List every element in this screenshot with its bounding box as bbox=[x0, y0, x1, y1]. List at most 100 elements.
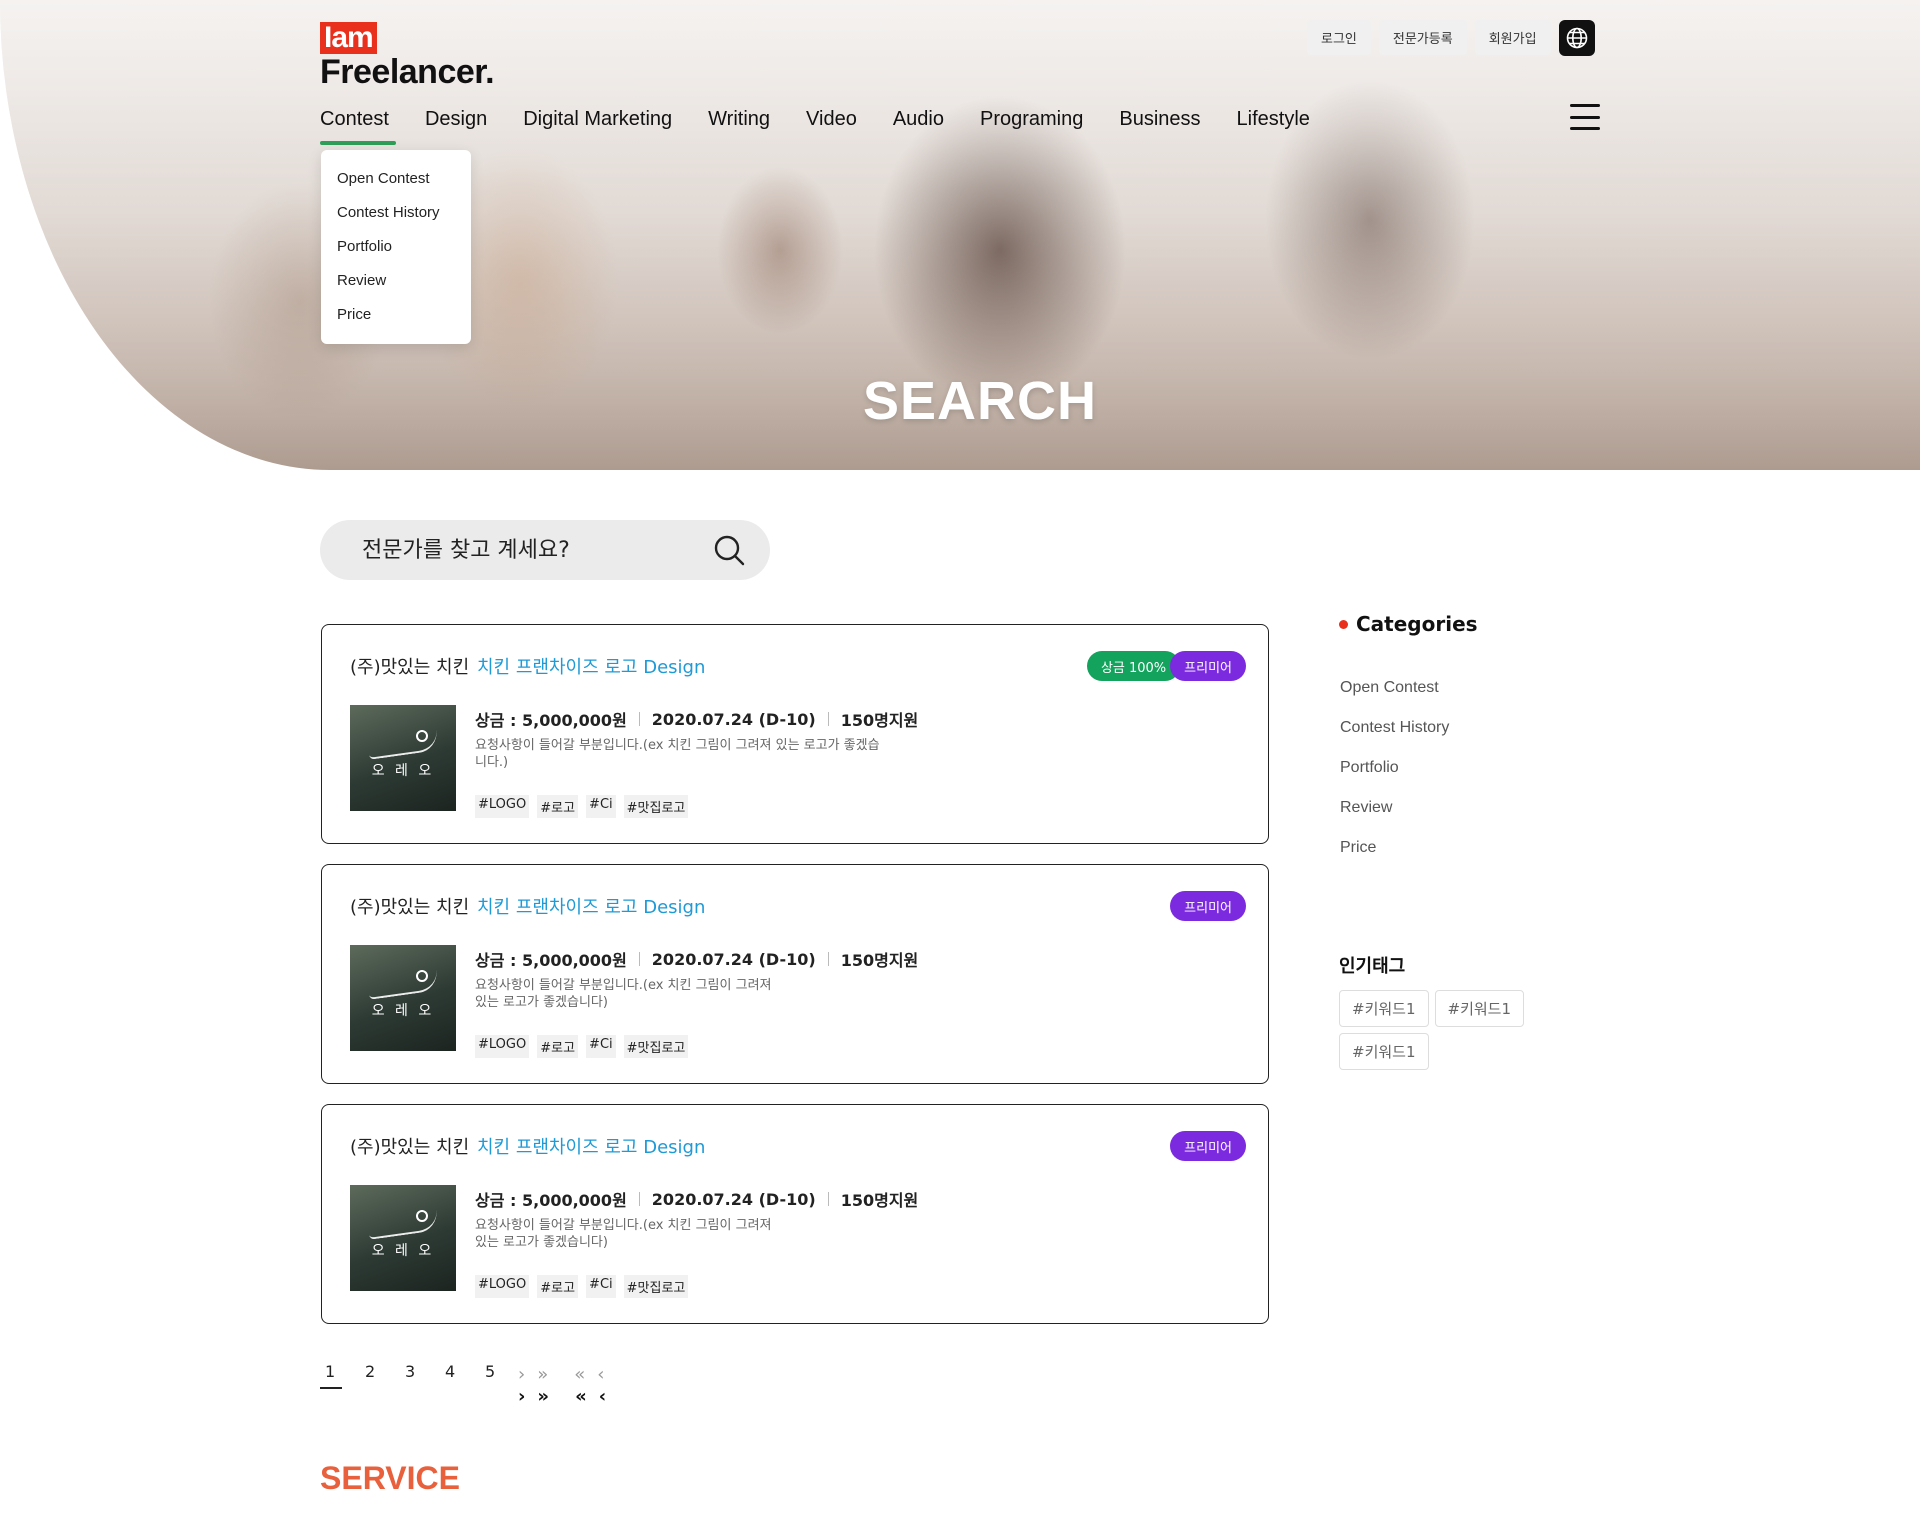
card-tag[interactable]: #맛집로고 bbox=[623, 795, 689, 818]
card-date: 2020.07.24 (D-10) bbox=[651, 1189, 816, 1209]
pagination-arrows: › » « ‹ bbox=[518, 1364, 604, 1385]
menu-icon[interactable] bbox=[1570, 104, 1600, 130]
last-page-icon[interactable]: » bbox=[537, 1386, 549, 1407]
premier-badge: 프리미어 bbox=[1170, 651, 1246, 681]
contest-card[interactable]: (주)맛있는 치킨 치킨 프랜차이즈 로고 Design 프리미어 오 레 오 … bbox=[321, 864, 1269, 1084]
card-applicants: 150명지원 bbox=[840, 1191, 919, 1210]
hero-title: SEARCH bbox=[862, 371, 1098, 431]
nav-audio[interactable]: Audio bbox=[893, 108, 944, 145]
category-portfolio[interactable]: Portfolio bbox=[1340, 748, 1449, 788]
pagination-arrows-hover: › » « ‹ bbox=[518, 1386, 606, 1407]
card-tag[interactable]: #Ci bbox=[586, 1035, 616, 1058]
search-bar bbox=[320, 520, 770, 580]
category-price[interactable]: Price bbox=[1340, 828, 1449, 868]
prev-page-icon[interactable]: ‹ bbox=[599, 1386, 606, 1407]
thumbnail-logo-text: 오 레 오 bbox=[371, 1243, 435, 1259]
category-open-contest[interactable]: Open Contest bbox=[1340, 668, 1449, 708]
globe-icon bbox=[1566, 27, 1587, 49]
prev-page-icon[interactable]: ‹ bbox=[597, 1364, 604, 1385]
first-page-icon[interactable]: « bbox=[574, 1364, 585, 1385]
search-input[interactable] bbox=[362, 537, 712, 563]
dropdown-item-review[interactable]: Review bbox=[337, 264, 455, 298]
dropdown-item-open-contest[interactable]: Open Contest bbox=[337, 162, 455, 196]
nav-programing[interactable]: Programing bbox=[980, 108, 1083, 145]
card-description: 요청사항이 들어갈 부분입니다.(ex 치킨 그림이 그려져 있는 로고가 좋겠… bbox=[475, 1218, 772, 1250]
card-meta: 상금 : 5,000,000원 2020.07.24 (D-10) 150명지원 bbox=[475, 947, 918, 971]
card-description: 요청사항이 들어갈 부분입니다.(ex 치킨 그림이 그려져 있는 로고가 좋겠… bbox=[475, 978, 772, 1010]
card-company: (주)맛있는 치킨 bbox=[350, 897, 470, 918]
page-5[interactable]: 5 bbox=[480, 1362, 520, 1389]
card-tag[interactable]: #LOGO bbox=[475, 1035, 530, 1058]
expert-register-button[interactable]: 전문가등록 bbox=[1378, 20, 1467, 55]
page-4[interactable]: 4 bbox=[440, 1362, 480, 1389]
card-tag[interactable]: #로고 bbox=[537, 1035, 579, 1058]
card-tag[interactable]: #LOGO bbox=[475, 1275, 530, 1298]
card-badges: 프리미어 bbox=[1170, 1131, 1246, 1161]
first-page-icon[interactable]: « bbox=[575, 1386, 587, 1407]
site-logo[interactable]: Iam Freelancer. bbox=[320, 22, 495, 91]
card-tag[interactable]: #로고 bbox=[537, 1275, 579, 1298]
dropdown-item-price[interactable]: Price bbox=[337, 298, 455, 332]
card-title[interactable]: 치킨 프랜차이즈 로고 Design bbox=[477, 1133, 705, 1159]
card-tags: #LOGO #로고 #Ci #맛집로고 bbox=[475, 795, 689, 818]
last-page-icon[interactable]: » bbox=[537, 1364, 548, 1385]
card-prize: 상금 : 5,000,000원 bbox=[475, 951, 627, 970]
contest-card[interactable]: (주)맛있는 치킨 치킨 프랜차이즈 로고 Design 프리미어 오 레 오 … bbox=[321, 1104, 1269, 1324]
card-tag[interactable]: #Ci bbox=[586, 1275, 616, 1298]
card-applicants: 150명지원 bbox=[840, 951, 919, 970]
card-description: 요청사항이 들어갈 부분입니다.(ex 치킨 그림이 그려져 있는 로고가 좋겠… bbox=[475, 738, 880, 770]
premier-badge: 프리미어 bbox=[1170, 891, 1246, 921]
card-thumbnail[interactable]: 오 레 오 bbox=[350, 945, 456, 1051]
logo-mark: Iam bbox=[320, 22, 377, 54]
signup-button[interactable]: 회원가입 bbox=[1474, 20, 1551, 55]
category-contest-history[interactable]: Contest History bbox=[1340, 708, 1449, 748]
logo-wordmark: Freelancer. bbox=[320, 53, 495, 91]
card-tag[interactable]: #Ci bbox=[586, 795, 616, 818]
card-tag[interactable]: #맛집로고 bbox=[623, 1035, 689, 1058]
card-date: 2020.07.24 (D-10) bbox=[651, 949, 816, 969]
nav-lifestyle[interactable]: Lifestyle bbox=[1237, 108, 1310, 145]
card-title[interactable]: 치킨 프랜차이즈 로고 Design bbox=[477, 893, 705, 919]
nav-contest[interactable]: Contest bbox=[320, 108, 396, 145]
prize-badge: 상금 100% bbox=[1086, 651, 1181, 681]
nav-writing[interactable]: Writing bbox=[708, 108, 770, 145]
nav-business[interactable]: Business bbox=[1119, 108, 1200, 145]
card-tag[interactable]: #로고 bbox=[537, 795, 579, 818]
pagination: 1 2 3 4 5 bbox=[320, 1362, 520, 1389]
card-tags: #LOGO #로고 #Ci #맛집로고 bbox=[475, 1035, 689, 1058]
popular-tag[interactable]: #키워드1 bbox=[1339, 1033, 1429, 1070]
nav-design[interactable]: Design bbox=[425, 108, 487, 145]
language-button[interactable] bbox=[1558, 20, 1595, 56]
card-thumbnail[interactable]: 오 레 오 bbox=[350, 1185, 456, 1291]
dropdown-item-contest-history[interactable]: Contest History bbox=[337, 196, 455, 230]
contest-card[interactable]: (주)맛있는 치킨 치킨 프랜차이즈 로고 Design 상금 100% 프리미… bbox=[321, 624, 1269, 844]
card-tag[interactable]: #맛집로고 bbox=[623, 1275, 689, 1298]
category-review[interactable]: Review bbox=[1340, 788, 1449, 828]
page-1[interactable]: 1 bbox=[320, 1362, 342, 1389]
card-badges: 프리미어 bbox=[1170, 891, 1246, 921]
card-thumbnail[interactable]: 오 레 오 bbox=[350, 705, 456, 811]
card-tags: #LOGO #로고 #Ci #맛집로고 bbox=[475, 1275, 689, 1298]
page-2[interactable]: 2 bbox=[360, 1362, 400, 1389]
hero-banner: SEARCH bbox=[0, 0, 1920, 470]
premier-badge: 프리미어 bbox=[1170, 1131, 1246, 1161]
card-applicants: 150명지원 bbox=[840, 711, 919, 730]
categories-title: Categories bbox=[1339, 612, 1478, 636]
nav-video[interactable]: Video bbox=[806, 108, 857, 145]
login-button[interactable]: 로그인 bbox=[1307, 20, 1371, 55]
popular-tag[interactable]: #키워드1 bbox=[1434, 990, 1525, 1027]
thumbnail-logo-text: 오 레 오 bbox=[371, 763, 435, 779]
popular-tag[interactable]: #키워드1 bbox=[1339, 990, 1429, 1027]
thumbnail-logo-text: 오 레 오 bbox=[371, 1003, 435, 1019]
categories-list: Open Contest Contest History Portfolio R… bbox=[1340, 668, 1449, 868]
dropdown-item-portfolio[interactable]: Portfolio bbox=[337, 230, 455, 264]
next-page-icon[interactable]: › bbox=[518, 1364, 525, 1385]
search-icon[interactable] bbox=[712, 533, 746, 567]
card-title[interactable]: 치킨 프랜차이즈 로고 Design bbox=[477, 653, 705, 679]
card-company: (주)맛있는 치킨 bbox=[350, 657, 470, 678]
next-page-icon[interactable]: › bbox=[518, 1386, 525, 1407]
top-utility-buttons: 로그인 전문가등록 회원가입 bbox=[1307, 20, 1595, 56]
nav-digital-marketing[interactable]: Digital Marketing bbox=[523, 108, 672, 145]
card-tag[interactable]: #LOGO bbox=[475, 795, 530, 818]
page-3[interactable]: 3 bbox=[400, 1362, 440, 1389]
